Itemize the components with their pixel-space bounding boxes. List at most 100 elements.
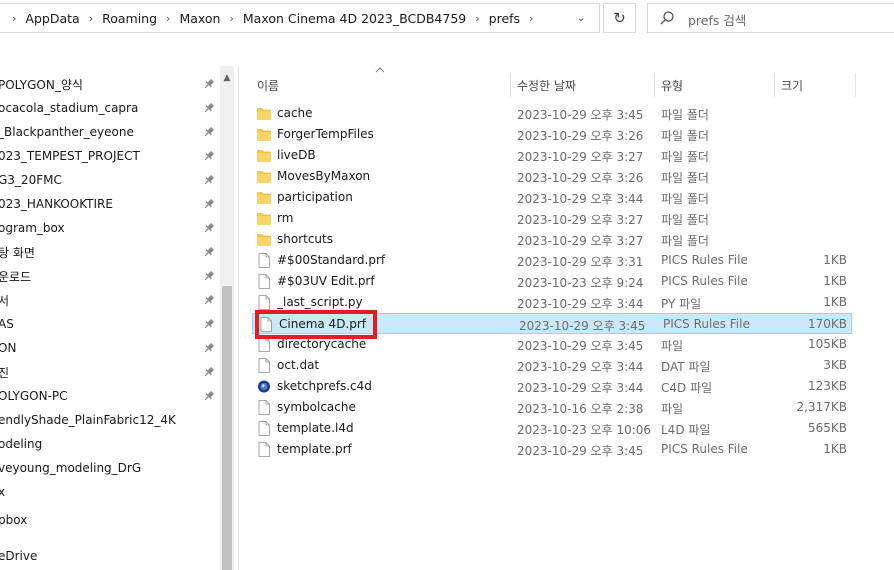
pin-icon[interactable] [203,126,215,138]
file-type: PICS Rules File [661,274,748,288]
file-size: 2,317KB [796,400,847,414]
file-row[interactable]: #$03UV Edit.prf 2023-10-23 오후 9:24 PICS Ru… [251,271,851,292]
nav-scrollbar[interactable]: ▲ [220,66,234,570]
file-row[interactable]: cache 2023-10-29 오후 3:45 파일 폴더 [251,103,851,124]
column-header-date[interactable]: 수정한 날짜 [517,73,657,97]
file-row[interactable]: #$00Standard.prf 2023-10-29 오후 3:31 PICS R… [251,250,851,271]
breadcrumb-separator-icon[interactable]: › [222,12,240,25]
nav-item[interactable]: OLYGON-PC [0,384,220,408]
file-row[interactable]: oct.dat 2023-10-29 오후 3:44 DAT 파일 3KB [251,355,851,376]
column-header-name[interactable]: 이름 [257,73,507,97]
nav-item[interactable]: 023_TEMPEST_PROJECT [0,144,220,168]
file-row[interactable]: participation 2023-10-29 오후 3:44 파일 폴더 [251,187,851,208]
file-name: participation [277,190,353,204]
breadcrumb-separator-icon[interactable]: › [5,12,23,25]
nav-item[interactable]: ogram_box [0,216,220,240]
file-row[interactable]: symbolcache 2023-10-16 오후 2:38 파일 2,317KB [251,397,851,418]
search-box[interactable]: prefs 검색 [647,3,894,33]
refresh-icon: ↻ [613,9,626,27]
breadcrumb-separator-icon[interactable]: › [159,12,177,25]
file-size: 565KB [807,421,847,435]
file-name: liveDB [277,148,316,162]
breadcrumb-item[interactable]: Roaming [100,11,159,26]
nav-item[interactable]: _Blackpanther_eyeone [0,120,220,144]
pin-icon[interactable] [203,366,215,378]
file-date: 2023-10-29 오후 3:27 [517,150,644,164]
folder-icon [257,171,271,183]
breadcrumb-separator-icon[interactable]: › [468,12,486,25]
file-date: 2023-10-29 오후 3:26 [517,129,644,143]
pin-icon[interactable] [203,342,215,354]
nav-item[interactable]: 서 [0,288,220,312]
breadcrumb-separator-icon[interactable]: › [522,12,540,25]
nav-item-label: eDrive [0,549,38,563]
pin-icon[interactable] [203,318,215,330]
nav-item[interactable]: odeling [0,432,220,456]
nav-item[interactable]: 진 [0,360,220,384]
file-row[interactable]: liveDB 2023-10-29 오후 3:27 파일 폴더 [251,145,851,166]
breadcrumb-item[interactable]: prefs [487,11,522,26]
column-separator[interactable] [654,73,655,97]
nav-item[interactable]: ON [0,336,220,360]
address-toolbar: › AppData › Roaming › Maxon › Maxon Cinema 4D 2… [0,0,894,36]
column-header-size[interactable]: 크기 [781,73,851,97]
search-input[interactable]: prefs 검색 [688,10,746,29]
column-header-type[interactable]: 유형 [661,73,771,97]
pin-icon[interactable] [203,390,215,402]
file-row[interactable]: ForgerTempFiles 2023-10-29 오후 3:26 파일 폴더 [251,124,851,145]
nav-item[interactable]: 023_HANKOOKTIRE [0,192,220,216]
column-separator[interactable] [855,73,856,97]
scroll-up-icon[interactable]: ▲ [222,74,232,83]
nav-item[interactable]: 탕 화면 [0,240,220,264]
nav-item[interactable]: G3_20FMC [0,168,220,192]
nav-item[interactable]: pbox [0,508,220,532]
file-size: 1KB [823,274,847,288]
file-icon [258,400,270,415]
refresh-button[interactable]: ↻ [603,3,636,33]
address-bar[interactable]: › AppData › Roaming › Maxon › Maxon Cinema 4D 2… [0,3,600,33]
pin-icon[interactable] [203,270,215,282]
nav-item[interactable]: eDrive [0,544,220,568]
nav-item[interactable]: endlyShade_PlainFabric12_4K [0,408,220,432]
pin-icon[interactable] [203,222,215,234]
nav-item[interactable]: AS [0,312,220,336]
file-row[interactable]: MovesByMaxon 2023-10-29 오후 3:26 파일 폴더 [251,166,851,187]
file-row[interactable]: rm 2023-10-29 오후 3:27 파일 폴더 [251,208,851,229]
breadcrumb-separator-icon[interactable]: › [82,12,100,25]
breadcrumb-item[interactable]: Maxon Cinema 4D 2023_BCDB4759 [241,11,468,26]
file-row[interactable]: template.l4d 2023-10-23 오후 10:06 L4D 파일 565… [251,418,851,439]
file-date: 2023-10-29 오후 3:27 [517,234,644,248]
pin-icon[interactable] [203,78,215,90]
file-row[interactable]: template.prf 2023-10-29 오후 3:45 PICS Rules… [251,439,851,460]
file-type: PICS Rules File [663,317,750,331]
breadcrumb-item[interactable]: AppData [23,11,81,26]
column-separator[interactable] [774,73,775,97]
file-icon [258,442,270,457]
nav-item[interactable]: veyoung_modeling_DrG [0,456,220,480]
nav-item-label: 운로드 [0,269,32,284]
file-type: L4D 파일 [661,423,711,437]
file-icon [258,253,270,268]
nav-item[interactable]: ocacola_stadium_capra [0,96,220,120]
file-type: C4D 파일 [661,381,713,395]
file-row[interactable]: shortcuts 2023-10-29 오후 3:27 파일 폴더 [251,229,851,250]
file-type: 파일 폴더 [661,234,709,248]
nav-item[interactable]: 운로드 [0,264,220,288]
pin-icon[interactable] [203,150,215,162]
pin-icon[interactable] [203,198,215,210]
breadcrumb-item[interactable]: Maxon [177,11,222,26]
chevron-down-icon[interactable]: ⌄ [571,7,591,29]
pin-icon[interactable] [203,294,215,306]
file-date: 2023-10-29 오후 3:45 [517,108,644,122]
file-date: 2023-10-29 오후 3:44 [517,192,644,206]
pin-icon[interactable] [203,102,215,114]
column-separator[interactable] [510,73,511,97]
file-type: 파일 폴더 [661,171,709,185]
pin-icon[interactable] [203,246,215,258]
file-name: oct.dat [277,358,320,372]
scrollbar-thumb[interactable] [222,286,232,570]
nav-item[interactable]: POLYGON_양식 [0,72,220,96]
file-row[interactable]: sketchprefs.c4d 2023-10-29 오후 3:44 C4D 파일 1… [251,376,851,397]
nav-item[interactable]: x [0,480,220,504]
pin-icon[interactable] [203,174,215,186]
